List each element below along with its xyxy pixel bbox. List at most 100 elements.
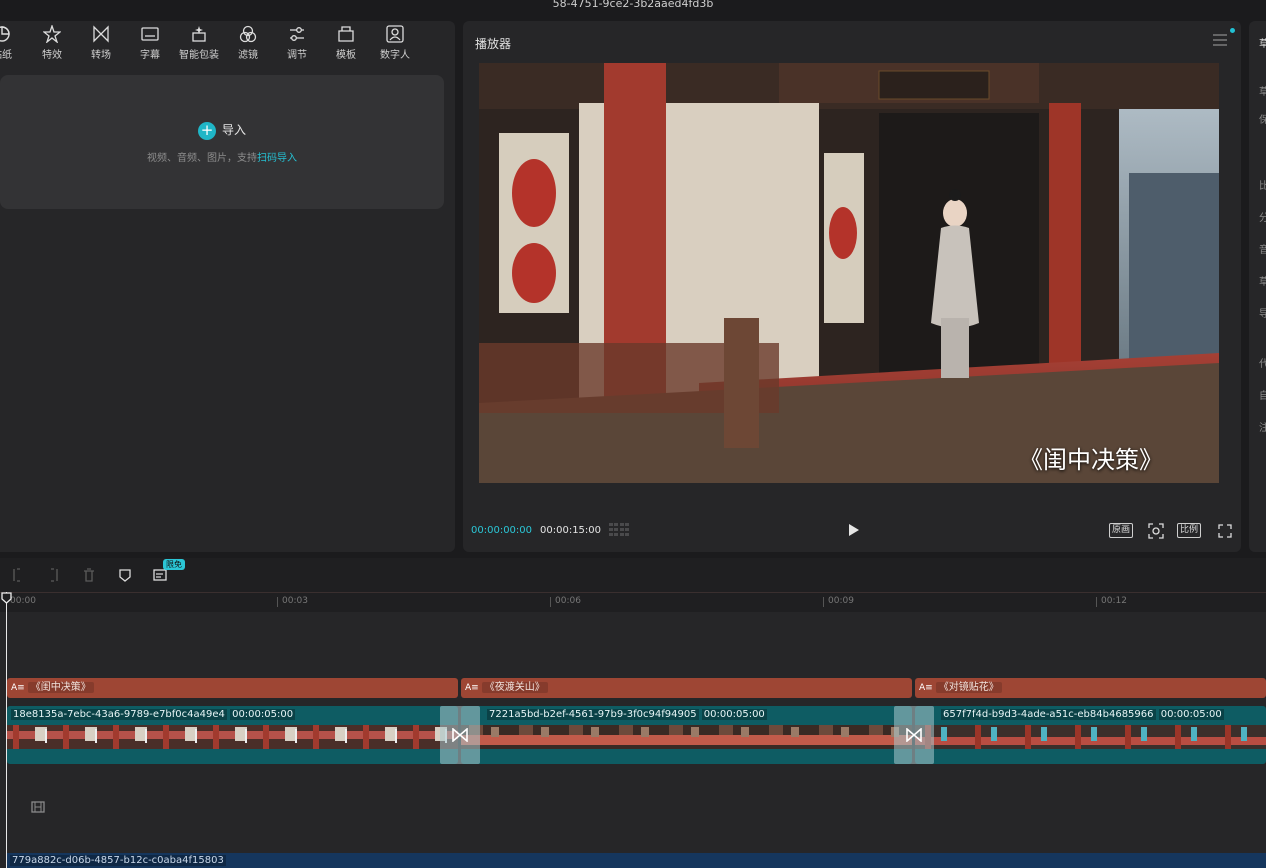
delete-icon[interactable] bbox=[82, 568, 96, 582]
video-preview[interactable]: 《闺中决策》 bbox=[479, 63, 1219, 483]
playhead-line[interactable] bbox=[6, 592, 7, 868]
properties-label: 注 bbox=[1259, 423, 1266, 434]
split-left-icon[interactable] bbox=[11, 568, 25, 582]
toolbar-label: 字幕 bbox=[140, 50, 160, 61]
text-clip[interactable]: A≡ 《闺中决策》 bbox=[7, 678, 458, 698]
toolbar-label: 特效 bbox=[42, 50, 62, 61]
import-label: 导入 bbox=[221, 123, 246, 137]
subtitle-overlay: 《闺中决策》 bbox=[1019, 446, 1163, 474]
properties-panel: 草 草 保 比 分 音 草 导 代 自 注 bbox=[1249, 21, 1266, 552]
clip-id: 657f7f4d-b9d3-4ade-a51c-eb84b4685966 bbox=[941, 709, 1156, 720]
free-badge: 限免 bbox=[163, 559, 185, 570]
import-hint: 视频、音频、图片，支持扫码导入 bbox=[0, 149, 444, 164]
toolbar-template[interactable]: 模板 bbox=[322, 25, 370, 61]
properties-label: 保 bbox=[1259, 115, 1266, 126]
clip-thumbnails bbox=[461, 725, 912, 749]
ruler-label: 00:03 bbox=[282, 596, 308, 606]
properties-label: 分 bbox=[1259, 213, 1266, 224]
ruler-label: 00:09 bbox=[828, 596, 854, 606]
toolbar-effects[interactable]: 特效 bbox=[28, 25, 76, 61]
auto-caption-icon[interactable] bbox=[153, 568, 167, 582]
toolbar-filter[interactable]: 滤镜 bbox=[224, 25, 272, 61]
film-icon bbox=[31, 801, 45, 813]
player-title: 播放器 bbox=[475, 37, 512, 51]
import-hint-text: 视频、音频、图片，支持 bbox=[147, 153, 257, 164]
text-clip[interactable]: A≡ 《夜渡关山》 bbox=[461, 678, 912, 698]
ruler-label: 00:12 bbox=[1101, 596, 1127, 606]
toolbar-label: 智能包装 bbox=[179, 50, 219, 61]
properties-label: 代 bbox=[1259, 359, 1266, 370]
toolbar-smart-package[interactable]: 智能包装 bbox=[175, 25, 223, 61]
video-clip[interactable]: 18e8135a-7ebc-43a6-9789-e7bf0c4a49e4 00:… bbox=[7, 706, 458, 764]
total-time: 00:00:15:00 bbox=[540, 525, 602, 536]
properties-label: 比 bbox=[1259, 181, 1266, 192]
original-quality-button[interactable]: 原画 bbox=[1109, 523, 1134, 538]
text-clip-icon: A≡ bbox=[919, 683, 933, 693]
ruler-label: 00:06 bbox=[555, 596, 581, 606]
ruler-label: 00:00 bbox=[10, 596, 36, 606]
transition-icon bbox=[906, 728, 922, 742]
marker-icon[interactable] bbox=[118, 568, 132, 582]
video-clip[interactable]: 657f7f4d-b9d3-4ade-a51c-eb84b4685966 00:… bbox=[915, 706, 1266, 764]
template-icon bbox=[338, 26, 354, 42]
adjust-icon bbox=[290, 27, 304, 41]
subtitle-icon bbox=[141, 27, 159, 41]
sticker-icon bbox=[0, 26, 10, 42]
toolbar-adjust[interactable]: 调节 bbox=[273, 25, 321, 61]
toolbar-sticker[interactable]: 贴纸 bbox=[0, 25, 26, 61]
grid-icon[interactable] bbox=[609, 523, 629, 537]
transition-icon bbox=[93, 25, 109, 43]
toolbar-label: 模板 bbox=[336, 50, 356, 61]
clip-thumbnails bbox=[915, 725, 1266, 749]
resource-toolbar: 贴纸 特效 转场 字幕 智能包装 滤镜 调节 模板 bbox=[0, 21, 455, 65]
plus-icon: + bbox=[197, 121, 216, 140]
toolbar-digital-human[interactable]: 数字人 bbox=[371, 25, 419, 61]
video-clip[interactable]: 7221a5bd-b2ef-4561-97b9-3f0c94f94905 00:… bbox=[461, 706, 912, 764]
properties-label: 草 bbox=[1259, 277, 1266, 288]
transition-marker[interactable] bbox=[894, 706, 934, 764]
ruler-tick bbox=[277, 597, 278, 607]
playhead-handle[interactable] bbox=[1, 592, 12, 604]
clip-thumbnails bbox=[7, 725, 458, 749]
clip-duration: 00:00:05:00 bbox=[230, 709, 296, 720]
properties-label: 导 bbox=[1259, 309, 1266, 320]
ruler-tick bbox=[823, 597, 824, 607]
toolbar-label: 转场 bbox=[91, 50, 111, 61]
toolbar-transition[interactable]: 转场 bbox=[77, 25, 125, 61]
video-clip-label: 657f7f4d-b9d3-4ade-a51c-eb84b4685966 00:… bbox=[941, 709, 1224, 720]
toolbar-subtitle[interactable]: 字幕 bbox=[126, 25, 174, 61]
zoom-fit-icon[interactable] bbox=[1148, 523, 1164, 539]
digital-human-icon bbox=[386, 25, 404, 43]
timeline-toolbar bbox=[0, 558, 1266, 592]
clip-id: 18e8135a-7ebc-43a6-9789-e7bf0c4a49e4 bbox=[11, 709, 227, 720]
audio-clip-id: 779a882c-d06b-4857-b12c-c0aba4f15803 bbox=[10, 855, 226, 866]
menu-icon[interactable] bbox=[1213, 34, 1227, 46]
audio-clip[interactable]: 779a882c-d06b-4857-b12c-c0aba4f15803 bbox=[6, 853, 1266, 868]
smart-package-icon bbox=[192, 26, 206, 42]
video-clip-label: 18e8135a-7ebc-43a6-9789-e7bf0c4a49e4 00:… bbox=[11, 709, 296, 720]
import-dropzone[interactable]: + 导入 视频、音频、图片，支持扫码导入 bbox=[0, 75, 444, 209]
text-clip-icon: A≡ bbox=[11, 683, 25, 693]
ratio-button[interactable]: 比例 bbox=[1177, 523, 1202, 538]
text-clip-icon: A≡ bbox=[465, 683, 479, 693]
scan-import-link[interactable]: 扫码导入 bbox=[257, 153, 297, 164]
play-icon[interactable] bbox=[847, 523, 861, 537]
effects-icon bbox=[43, 25, 61, 43]
transition-marker[interactable] bbox=[440, 706, 480, 764]
clip-duration: 00:00:05:00 bbox=[1158, 709, 1224, 720]
import-button[interactable]: + 导入 bbox=[0, 121, 444, 140]
split-right-icon[interactable] bbox=[46, 568, 60, 582]
transition-icon bbox=[452, 728, 468, 742]
properties-label: 草 bbox=[1259, 39, 1266, 50]
notification-dot bbox=[1230, 28, 1235, 33]
timeline-ruler[interactable]: 00:00 00:03 00:06 00:09 00:12 bbox=[0, 592, 1266, 612]
text-clip[interactable]: A≡ 《对镜贴花》 bbox=[915, 678, 1266, 698]
clip-duration: 00:00:05:00 bbox=[701, 709, 767, 720]
fullscreen-icon[interactable] bbox=[1218, 524, 1232, 538]
toolbar-label: 贴纸 bbox=[0, 50, 12, 61]
ruler-tick bbox=[1096, 597, 1097, 607]
video-clip-label: 7221a5bd-b2ef-4561-97b9-3f0c94f94905 00:… bbox=[487, 709, 767, 720]
media-panel: 贴纸 特效 转场 字幕 智能包装 滤镜 调节 模板 bbox=[0, 21, 455, 552]
window-title: 58-4751-9ce2-3b2aaed4fd3b bbox=[0, 0, 1266, 18]
properties-label: 音 bbox=[1259, 245, 1266, 256]
